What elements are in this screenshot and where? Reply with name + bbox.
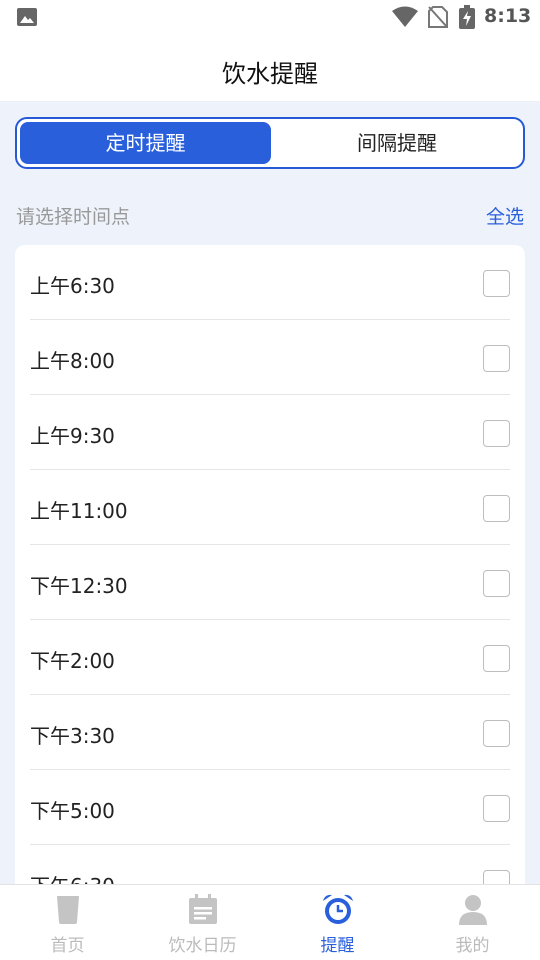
tab-interval-reminder[interactable]: 间隔提醒 [273,122,521,164]
status-bar: 8:13 [0,0,540,36]
list-item[interactable]: 下午6:30 [30,845,510,884]
page-title: 饮水提醒 [222,60,318,88]
time-label: 下午3:30 [30,724,115,748]
calendar-icon [188,894,217,924]
time-label: 下午12:30 [30,574,128,598]
alarm-clock-icon [322,894,353,924]
main-content: 定时提醒 间隔提醒 请选择时间点 全选 上午6:30 上午8:00 上午9:30… [0,102,540,884]
nav-label: 饮水日历 [168,936,237,956]
nav-item-profile[interactable]: 我的 [405,885,540,960]
cup-icon [56,896,79,924]
time-label: 上午6:30 [30,274,115,298]
checkbox[interactable] [483,420,510,447]
list-item[interactable]: 下午5:00 [30,770,510,845]
list-item[interactable]: 下午3:30 [30,695,510,770]
time-label: 下午5:00 [30,799,115,823]
wifi-icon [392,6,418,27]
list-item[interactable]: 上午9:30 [30,395,510,470]
status-time: 8:13 [484,5,532,27]
battery-charging-icon [459,5,475,29]
nav-item-home[interactable]: 首页 [0,885,135,960]
bottom-nav: 首页 饮水日历 提醒 我的 [0,884,540,960]
app-bar: 饮水提醒 [0,36,540,102]
nav-item-reminder[interactable]: 提醒 [270,885,405,960]
nav-label: 提醒 [320,936,355,956]
time-label: 下午2:00 [30,649,115,673]
time-point-list: 上午6:30 上午8:00 上午9:30 上午11:00 下午12:30 下午2… [15,245,525,884]
nav-item-calendar[interactable]: 饮水日历 [135,885,270,960]
image-icon [17,8,37,26]
checkbox[interactable] [483,870,510,884]
checkbox[interactable] [483,270,510,297]
list-item[interactable]: 下午12:30 [30,545,510,620]
time-label: 下午6:30 [30,870,115,884]
tab-scheduled-reminder[interactable]: 定时提醒 [20,122,271,164]
time-label: 上午9:30 [30,424,115,448]
list-item[interactable]: 上午6:30 [30,245,510,320]
nav-label: 首页 [50,936,85,956]
checkbox[interactable] [483,570,510,597]
time-label: 上午11:00 [30,499,128,523]
checkbox[interactable] [483,345,510,372]
reminder-mode-tabs: 定时提醒 间隔提醒 [15,117,525,169]
nav-label: 我的 [455,936,490,956]
list-item[interactable]: 下午2:00 [30,620,510,695]
no-sim-icon [428,6,448,28]
time-label: 上午8:00 [30,349,115,373]
select-time-hint: 请选择时间点 [16,206,131,228]
list-item[interactable]: 上午8:00 [30,320,510,395]
checkbox[interactable] [483,495,510,522]
person-icon [458,895,487,925]
select-all-button[interactable]: 全选 [486,202,524,229]
checkbox[interactable] [483,720,510,747]
checkbox[interactable] [483,795,510,822]
checkbox[interactable] [483,645,510,672]
list-item[interactable]: 上午11:00 [30,470,510,545]
